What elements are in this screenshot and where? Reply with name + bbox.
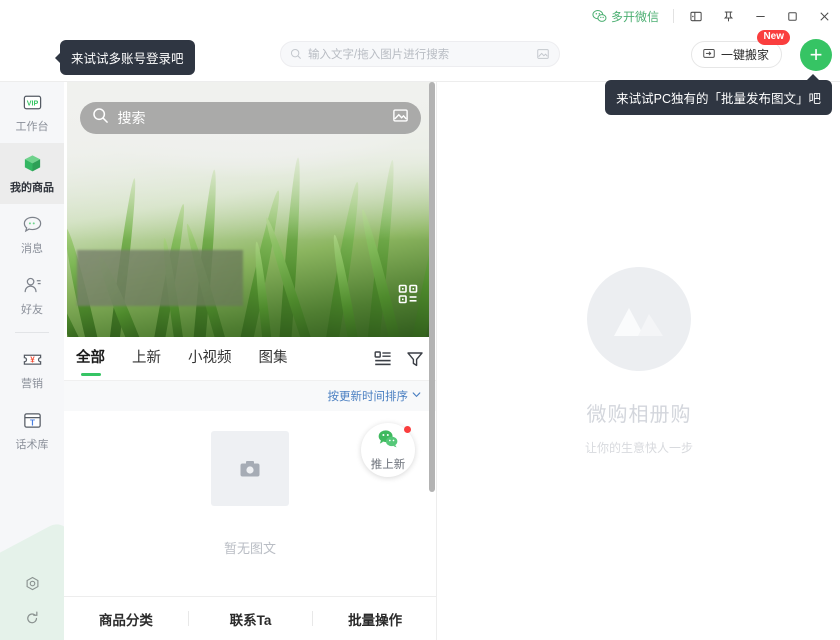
contact-button[interactable]: 联系Ta: [189, 609, 313, 629]
chevron-down-icon[interactable]: [411, 387, 422, 405]
titlebar-divider: [673, 9, 674, 23]
product-panel: 搜索 全部 上新 小视频 图集 按更新时间排序 暂无图文 推上新 商品分类 联系…: [64, 82, 437, 640]
add-button[interactable]: +: [800, 39, 832, 71]
svg-text:VIP: VIP: [26, 99, 38, 107]
wechat-chat-icon: [377, 428, 399, 455]
sidebar-item-messages[interactable]: 消息: [0, 204, 64, 265]
tooltip-multi-account[interactable]: 来试试多账号登录吧: [55, 40, 195, 75]
wechat-multi-icon: [592, 9, 607, 24]
sidebar-divider: [15, 332, 49, 333]
batch-operation-button[interactable]: 批量操作: [313, 609, 436, 629]
plus-icon: +: [809, 42, 823, 67]
notification-dot: [404, 426, 411, 433]
list-view-icon[interactable]: [374, 350, 392, 368]
camera-icon: [240, 460, 260, 476]
sidebar: VIP 工作台 我的商品 消息 好友 ¥ 营销 T 话术库: [0, 82, 64, 640]
shop-banner: 搜索: [66, 82, 434, 337]
search-icon: [92, 107, 109, 129]
sidebar-label-marketing: 营销: [21, 377, 43, 390]
svg-text:T: T: [30, 418, 35, 427]
search-icon: [290, 48, 302, 60]
push-new-label: 推上新: [370, 459, 406, 471]
title-bar: 多开微信: [0, 0, 840, 32]
migrate-icon: [702, 46, 716, 63]
content-tabs: 全部 上新 小视频 图集: [64, 337, 436, 381]
mountain-placeholder-icon: [587, 266, 691, 371]
app-name-title: 微购相册购: [586, 403, 692, 426]
sidebar-label-friends: 好友: [21, 303, 43, 316]
push-new-button[interactable]: 推上新: [361, 423, 415, 477]
refresh-icon[interactable]: [24, 610, 41, 632]
shop-search-placeholder: 搜索: [117, 110, 146, 126]
multi-account-label: 多开微信: [610, 9, 659, 24]
app-window: 多开微信 输入文字/拖入图片进行搜索 一键搬家 New + 来试试多账号登录吧 …: [0, 0, 840, 640]
sidebar-label-script-library: 话术库: [15, 438, 49, 451]
sidebar-label-messages: 消息: [21, 242, 43, 255]
tab-all-label: 全部: [76, 350, 105, 366]
close-icon[interactable]: [808, 0, 840, 32]
sidebar-item-workbench[interactable]: VIP 工作台: [0, 82, 64, 143]
one-click-migrate-button[interactable]: 一键搬家: [690, 41, 782, 68]
app-slogan: 让你的生意快人一步: [584, 440, 693, 455]
sidebar-item-friends[interactable]: 好友: [0, 265, 64, 326]
sidebar-label-my-products: 我的商品: [10, 181, 54, 194]
new-badge: New: [757, 30, 790, 45]
product-category-button[interactable]: 商品分类: [64, 609, 188, 629]
sort-row: 按更新时间排序: [64, 381, 436, 411]
sidebar-item-my-products[interactable]: 我的商品: [0, 143, 64, 204]
scrollbar-thumb[interactable]: [429, 82, 435, 492]
right-empty-panel: 微购相册购 让你的生意快人一步: [438, 82, 840, 640]
svg-text:¥: ¥: [30, 356, 35, 365]
sort-by-update-time[interactable]: 按更新时间排序: [328, 388, 409, 404]
chat-bubble-icon: [21, 214, 43, 236]
sidebar-toggle-icon[interactable]: [680, 0, 712, 32]
person-icon: [21, 275, 43, 297]
green-cube-icon: [21, 153, 43, 175]
image-search-icon[interactable]: [536, 47, 550, 61]
minimize-icon[interactable]: [744, 0, 776, 32]
tab-short-video-label: 小视频: [188, 350, 232, 366]
coupon-ticket-icon: ¥: [21, 349, 43, 371]
text-window-icon: T: [21, 410, 43, 432]
gear-icon[interactable]: [24, 576, 41, 598]
image-icon[interactable]: [392, 107, 409, 129]
tab-short-video[interactable]: 小视频: [188, 346, 232, 371]
tooltip-batch-publish[interactable]: 来试试PC独有的「批量发布图文」吧: [605, 74, 832, 115]
tab-gallery-label: 图集: [258, 350, 288, 366]
vip-badge-icon: VIP: [21, 92, 43, 114]
tab-gallery[interactable]: 图集: [259, 346, 288, 371]
shop-search-input[interactable]: 搜索: [79, 102, 421, 134]
filter-icon[interactable]: [406, 350, 424, 368]
banner-blurred-nameplate: [76, 250, 243, 306]
sidebar-bottom-actions: [0, 576, 64, 632]
tooltip-right-text: 来试试PC独有的「批量发布图文」吧: [616, 92, 821, 106]
search-placeholder-text: 输入文字/拖入图片进行搜索: [308, 49, 450, 61]
tab-new-label: 上新: [132, 350, 161, 366]
sidebar-label-workbench: 工作台: [15, 120, 49, 133]
qr-code-icon[interactable]: [398, 284, 418, 309]
tab-all[interactable]: 全部: [76, 346, 105, 371]
search-input[interactable]: 输入文字/拖入图片进行搜索: [280, 41, 560, 67]
maximize-icon[interactable]: [776, 0, 808, 32]
migrate-label: 一键搬家: [720, 48, 769, 62]
multi-account-wechat-button[interactable]: 多开微信: [592, 8, 659, 25]
sidebar-item-marketing[interactable]: ¥ 营销: [0, 339, 64, 400]
sidebar-item-script-library[interactable]: T 话术库: [0, 400, 64, 461]
empty-state-text: 暂无图文: [223, 541, 276, 556]
bottom-action-bar: 商品分类 联系Ta 批量操作: [64, 596, 436, 640]
pin-icon[interactable]: [712, 0, 744, 32]
tab-new[interactable]: 上新: [132, 346, 161, 371]
photo-placeholder: [211, 431, 289, 506]
tooltip-left-text: 来试试多账号登录吧: [71, 52, 184, 66]
